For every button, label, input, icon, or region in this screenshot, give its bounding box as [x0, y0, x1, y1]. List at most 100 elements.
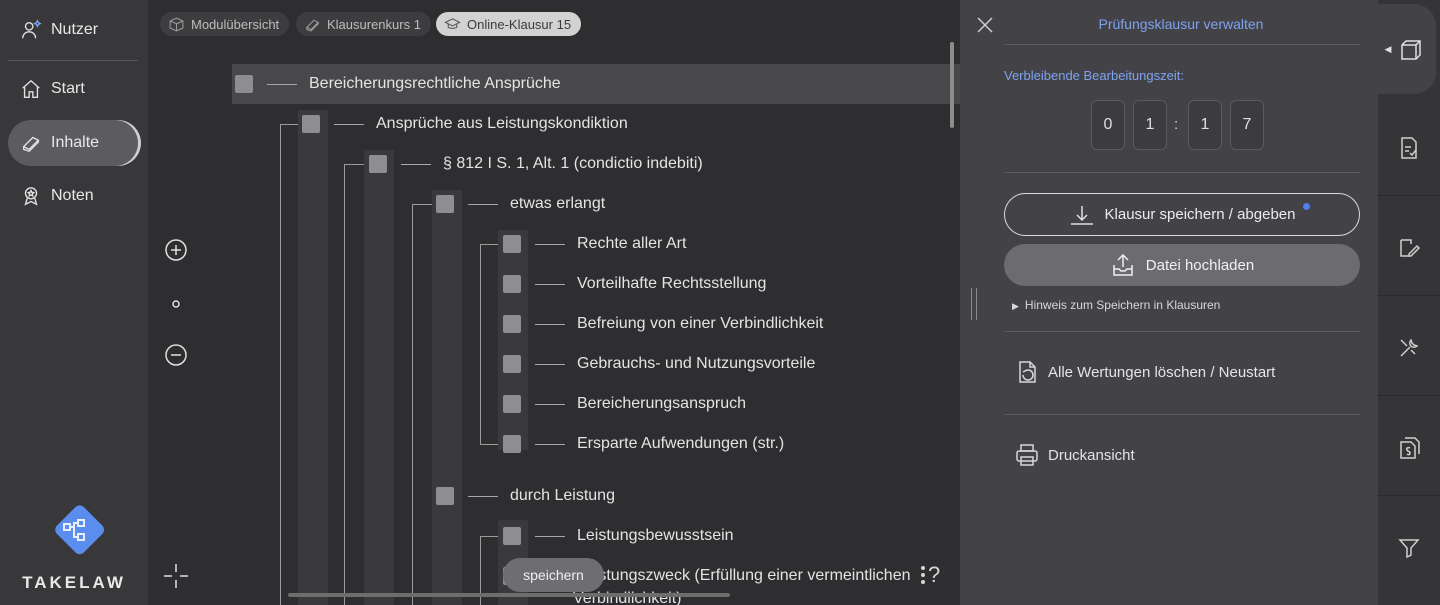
- node-dash: [267, 83, 297, 85]
- help-button[interactable]: ?: [918, 562, 940, 588]
- node-label: Vorteilhafte Rechtsstellung: [577, 275, 767, 292]
- save-hint-toggle[interactable]: ▶ Hinweis zum Speichern in Klausuren: [1012, 298, 1220, 312]
- tree-connector: [480, 244, 498, 245]
- node-checkbox[interactable]: [302, 115, 320, 133]
- sidebar-item-start[interactable]: Start: [8, 66, 138, 112]
- breadcrumb-label: Klausurenkurs 1: [327, 16, 421, 32]
- breadcrumb-course[interactable]: Klausurenkurs 1: [296, 12, 431, 36]
- sidebar-item-label: Start: [51, 80, 85, 97]
- divider: [1004, 172, 1360, 173]
- paragraph-document-icon: [1400, 436, 1420, 459]
- edit-note-icon: [1400, 238, 1421, 257]
- logo-icon: [55, 505, 105, 555]
- time-digit: 1: [1133, 100, 1167, 150]
- tree-connector: [280, 124, 281, 605]
- help-label: ?: [928, 562, 941, 587]
- node-label: durch Leistung: [510, 487, 615, 504]
- node-label: Leistungsbewusstsein: [577, 527, 734, 544]
- save-submit-button[interactable]: Klausur speichern / abgeben: [1004, 193, 1360, 236]
- tree-column: [432, 190, 462, 605]
- tree-node[interactable]: Leistungsbewusstsein: [503, 524, 734, 548]
- app-root: Nutzer Start Inhalte Noten TAKELAW Modul…: [0, 0, 1440, 605]
- breadcrumb-exam[interactable]: Online-Klausur 15: [436, 12, 582, 36]
- node-checkbox[interactable]: [503, 235, 521, 253]
- award-icon: [24, 187, 38, 206]
- divider: [1004, 414, 1360, 415]
- node-label: Rechte aller Art: [577, 235, 687, 252]
- tree-node[interactable]: Vorteilhafte Rechtsstellung: [503, 272, 766, 296]
- sidebar-item-nutzer[interactable]: Nutzer: [8, 7, 138, 53]
- node-checkbox[interactable]: [503, 435, 521, 453]
- node-dash: [535, 243, 565, 245]
- panel-title: Prüfungsklausur verwalten: [1098, 16, 1264, 32]
- tree-node[interactable]: Befreiung von einer Verbindlichkeit: [503, 312, 823, 336]
- home-icon: [22, 79, 40, 98]
- reset-all-button[interactable]: Alle Wertungen löschen / Neustart: [1014, 357, 1275, 387]
- tree-node[interactable]: etwas erlangt: [436, 192, 605, 216]
- divider: [1004, 44, 1360, 45]
- node-checkbox[interactable]: [503, 275, 521, 293]
- save-submit-label: Klausur speichern / abgeben: [1104, 206, 1296, 223]
- node-checkbox[interactable]: [503, 527, 521, 545]
- horizontal-scrollbar[interactable]: [288, 593, 730, 597]
- sidebar: Nutzer Start Inhalte Noten TAKELAW: [0, 0, 148, 605]
- tree-node[interactable]: Bereicherungsrechtliche Ansprüche: [235, 72, 561, 96]
- tree-connector: [280, 124, 298, 125]
- document-check-icon: [1401, 136, 1417, 159]
- tree-node[interactable]: Rechte aller Art: [503, 232, 686, 256]
- node-dash: [468, 495, 498, 497]
- reset-all-label: Alle Wertungen löschen / Neustart: [1048, 363, 1276, 381]
- panel-resize-handle[interactable]: [971, 288, 977, 320]
- breadcrumb-label: Online-Klausur 15: [467, 16, 572, 32]
- node-dash: [401, 163, 431, 165]
- node-dash: [535, 363, 565, 365]
- node-dash: [334, 123, 364, 125]
- node-dash: [535, 535, 565, 537]
- node-checkbox[interactable]: [436, 487, 454, 505]
- toolbar-tab-law[interactable]: [1378, 400, 1440, 496]
- toolbar-tab-document[interactable]: [1378, 100, 1440, 196]
- more-dots-icon: [921, 566, 925, 584]
- zoom-in-icon[interactable]: [162, 236, 190, 264]
- crosshair-icon[interactable]: [162, 562, 190, 590]
- tree-node[interactable]: Bereicherungsanspruch: [503, 392, 746, 416]
- tree-node[interactable]: Gebrauchs- und Nutzungsvorteile: [503, 352, 815, 376]
- toolbar-tab-exam[interactable]: ◀: [1372, 4, 1436, 94]
- node-label: Befreiung von einer Verbindlichkeit: [577, 315, 824, 332]
- upload-file-button[interactable]: Datei hochladen: [1004, 244, 1360, 286]
- node-checkbox[interactable]: [235, 75, 253, 93]
- toolbar-tab-filter[interactable]: [1378, 500, 1440, 596]
- node-checkbox[interactable]: [503, 395, 521, 413]
- tree-node[interactable]: Ansprüche aus Leistungskondiktion: [302, 112, 628, 136]
- node-dash: [535, 403, 565, 405]
- print-view-button[interactable]: Druckansicht: [1014, 440, 1135, 470]
- divider: [1004, 331, 1360, 332]
- mindmap-canvas[interactable]: Modulübersicht Klausurenkurs 1 Online-Kl…: [148, 0, 960, 605]
- node-label: Ansprüche aus Leistungskondiktion: [376, 115, 628, 132]
- vertical-scrollbar[interactable]: [950, 42, 954, 128]
- node-checkbox[interactable]: [369, 155, 387, 173]
- unsaved-indicator: [1303, 203, 1310, 210]
- printer-icon: [1016, 444, 1038, 466]
- tree-node[interactable]: Ersparte Aufwendungen (str.): [503, 432, 784, 456]
- triangle-right-icon: ▶: [1012, 301, 1019, 311]
- zoom-reset-icon[interactable]: [162, 290, 190, 318]
- node-checkbox[interactable]: [503, 315, 521, 333]
- toolbar-tab-edit[interactable]: [1378, 200, 1440, 296]
- save-button[interactable]: speichern: [503, 558, 604, 592]
- toolbar-tab-tools[interactable]: [1378, 300, 1440, 396]
- time-separator: :: [1174, 116, 1179, 133]
- zoom-out-icon[interactable]: [162, 341, 190, 369]
- sidebar-item-noten[interactable]: Noten: [8, 173, 138, 219]
- exam-panel: Prüfungsklausur verwalten Verbleibende B…: [960, 0, 1378, 605]
- sidebar-item-label: Nutzer: [51, 21, 99, 38]
- book-icon: [305, 19, 320, 31]
- sidebar-item-inhalte[interactable]: Inhalte: [8, 120, 138, 166]
- sidebar-divider: [8, 60, 138, 61]
- node-checkbox[interactable]: [503, 355, 521, 373]
- tree-node[interactable]: § 812 I S. 1, Alt. 1 (condictio indebiti…: [369, 152, 703, 176]
- node-checkbox[interactable]: [436, 195, 454, 213]
- tree-column: [364, 150, 394, 605]
- tree-node[interactable]: durch Leistung: [436, 484, 615, 508]
- breadcrumb-modules[interactable]: Modulübersicht: [160, 12, 290, 36]
